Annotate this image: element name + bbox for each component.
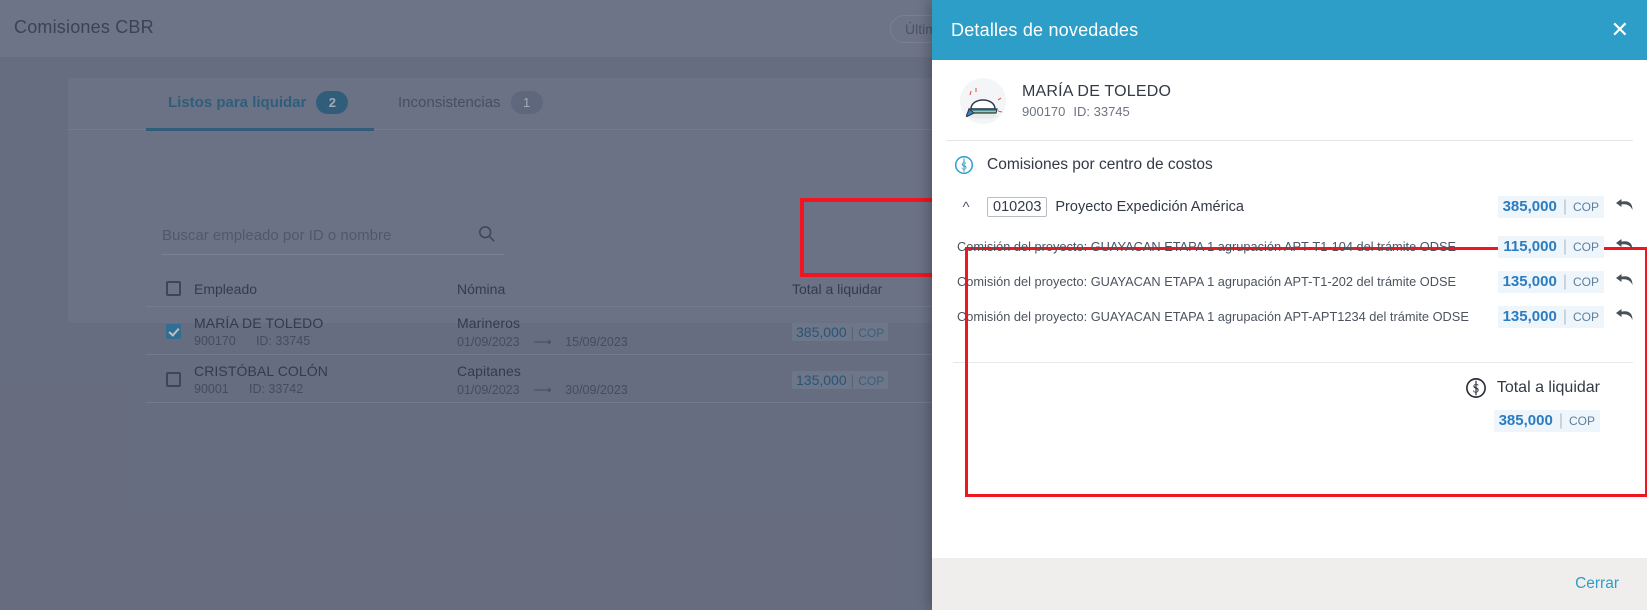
- chevron-up-icon[interactable]: ^: [957, 199, 975, 216]
- commission-description: Comisión del proyecto: GUAYACAN ETAPA 1 …: [957, 239, 1457, 254]
- undo-arrow-icon[interactable]: [1613, 237, 1635, 257]
- commission-item[interactable]: Comisión del proyecto: GUAYACAN ETAPA 1 …: [932, 229, 1647, 264]
- undo-arrow-icon[interactable]: [1613, 272, 1635, 292]
- cost-center-list: ^ 010203 Proyecto Expedición América 385…: [932, 185, 1647, 432]
- amount-value: 135,000: [1502, 272, 1557, 290]
- dollar-circle-icon: S: [1465, 378, 1486, 398]
- section-header-comisiones: S Comisiones por centro de costos: [932, 141, 1647, 185]
- undo-arrow-icon[interactable]: [1613, 307, 1635, 327]
- commission-amount: 135,000 | COP: [1497, 305, 1604, 328]
- undo-arrow-icon[interactable]: [1613, 197, 1635, 217]
- amount-currency: COP: [1568, 414, 1595, 428]
- total-label: Total a liquidar: [1496, 379, 1600, 396]
- total-label-line: S Total a liquidar: [932, 377, 1600, 399]
- total-block: S Total a liquidar 385,000 | COP: [932, 363, 1647, 432]
- employee-identifiers: 900170 ID: 33745: [1022, 104, 1171, 119]
- cost-center-amount: 385,000 | COP: [1497, 196, 1604, 218]
- amount-currency: COP: [1572, 239, 1599, 254]
- commission-amount: 135,000 | COP: [1497, 270, 1604, 293]
- amount-value: 385,000: [1498, 412, 1553, 429]
- panel-footer: Cerrar: [932, 558, 1647, 610]
- commission-item[interactable]: Comisión del proyecto: GUAYACAN ETAPA 1 …: [932, 264, 1647, 299]
- details-panel: Detalles de novedades ✕ MARÍA DE TOLEDO …: [932, 0, 1647, 610]
- employee-id: ID: 33745: [1073, 104, 1130, 119]
- amount-currency: COP: [1572, 200, 1599, 214]
- cost-center-name: Proyecto Expedición América: [1055, 199, 1244, 215]
- annotation-box-total-column: [800, 198, 935, 277]
- employee-summary: MARÍA DE TOLEDO 900170 ID: 33745: [946, 60, 1633, 141]
- separator: |: [1562, 198, 1567, 215]
- amount-currency: COP: [1572, 274, 1599, 289]
- employee-text: MARÍA DE TOLEDO 900170 ID: 33745: [1022, 83, 1171, 119]
- panel-header: Detalles de novedades ✕: [932, 0, 1647, 60]
- commission-description: Comisión del proyecto: GUAYACAN ETAPA 1 …: [957, 274, 1457, 289]
- section-title: Comisiones por centro de costos: [987, 156, 1213, 173]
- employee-code: 900170: [1022, 104, 1066, 119]
- cost-center-group-row[interactable]: ^ 010203 Proyecto Expedición América 385…: [932, 185, 1647, 229]
- screen: Comisiones CBR Últim Listos para liquida…: [0, 0, 1647, 610]
- commission-description: Comisión del proyecto: GUAYACAN ETAPA 1 …: [957, 309, 1469, 324]
- panel-title: Detalles de novedades: [951, 19, 1139, 40]
- close-icon[interactable]: ✕: [1611, 19, 1629, 41]
- commission-item[interactable]: Comisión del proyecto: GUAYACAN ETAPA 1 …: [932, 299, 1647, 334]
- amount-currency: COP: [1572, 309, 1599, 324]
- sailor-hat-avatar-icon: [960, 78, 1006, 124]
- separator: |: [1562, 237, 1567, 255]
- panel-body: MARÍA DE TOLEDO 900170 ID: 33745 S Comisi…: [932, 60, 1647, 558]
- amount-value: 135,000: [1502, 307, 1557, 325]
- close-button[interactable]: Cerrar: [1575, 575, 1619, 593]
- total-amount: 385,000 | COP: [1493, 410, 1600, 432]
- separator: |: [1562, 307, 1567, 325]
- separator: |: [1562, 272, 1567, 290]
- commission-amount: 115,000 | COP: [1498, 235, 1604, 258]
- dollar-circle-icon: S: [954, 155, 974, 175]
- amount-value: 115,000: [1503, 237, 1557, 255]
- amount-value: 385,000: [1502, 198, 1557, 215]
- separator: |: [1558, 412, 1563, 429]
- employee-name: MARÍA DE TOLEDO: [1022, 83, 1172, 100]
- cost-center-code: 010203: [987, 197, 1048, 217]
